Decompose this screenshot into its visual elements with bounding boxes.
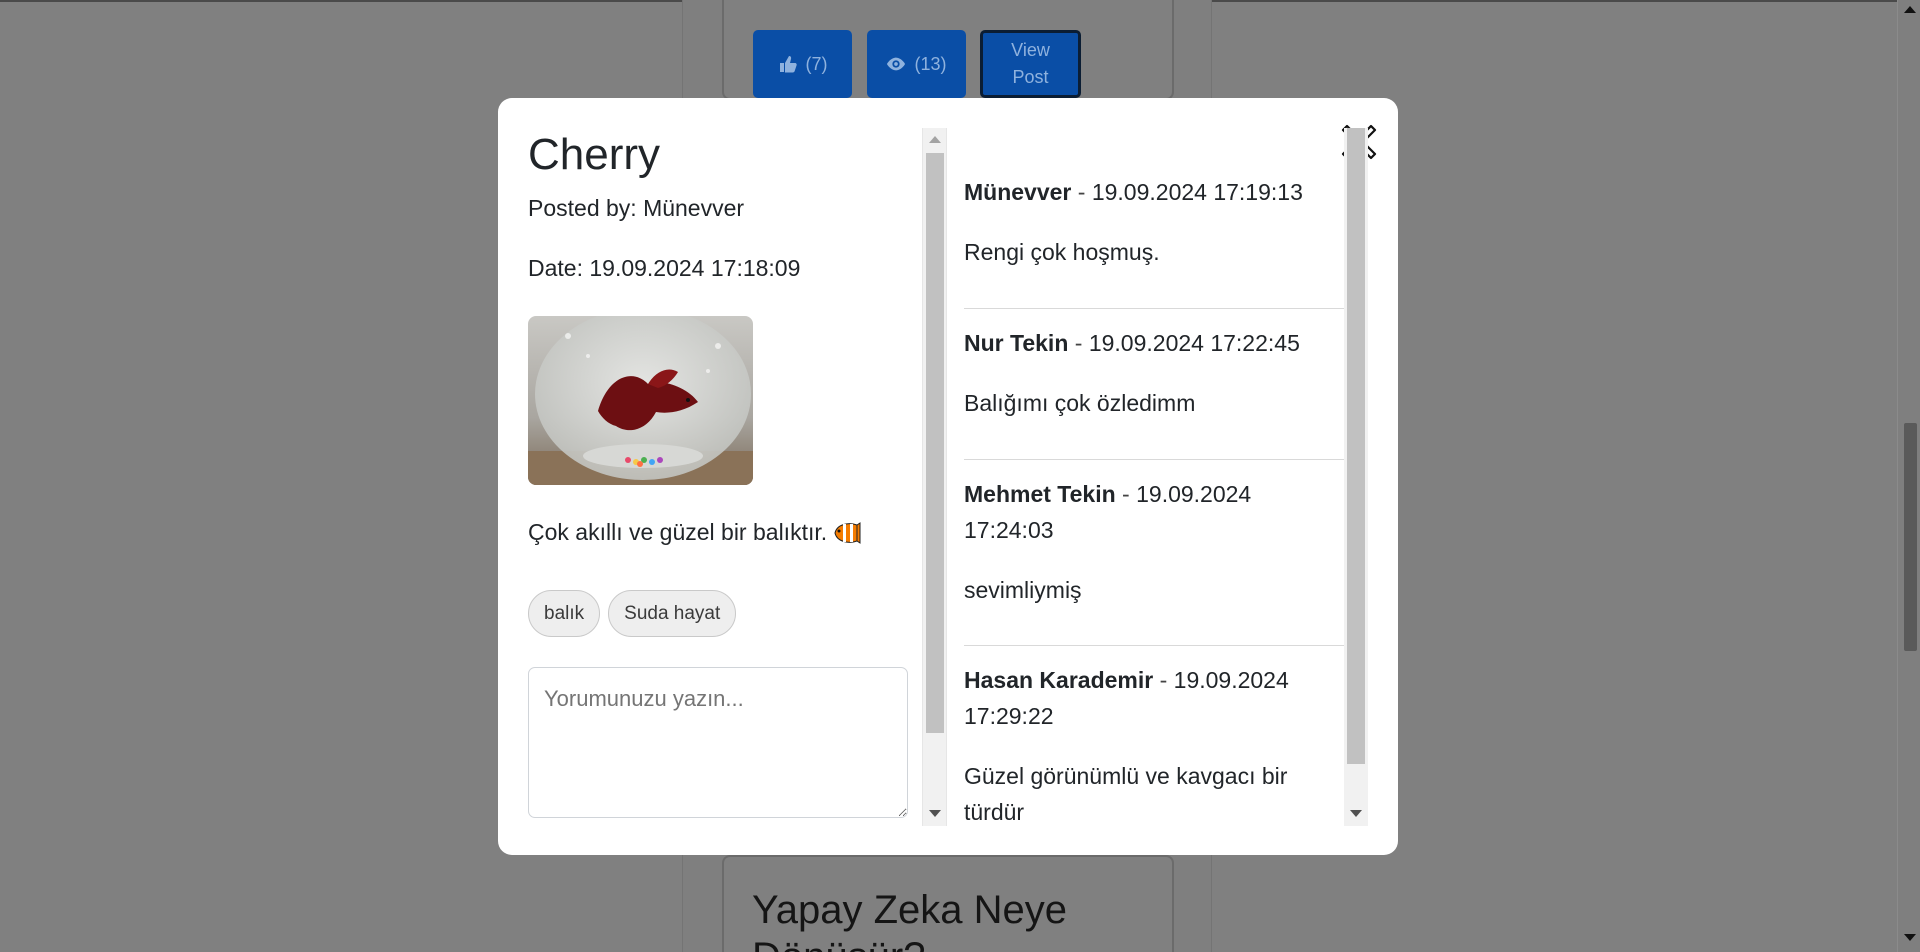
posted-by: Posted by: Münevver — [528, 195, 745, 221]
post-date: Date: 19.09.2024 17:18:09 — [528, 255, 801, 281]
comment-list: Münevver - 19.09.2024 17:19:13 Rengi çok… — [964, 128, 1344, 826]
tropical-fish-icon — [831, 520, 861, 546]
comment-timestamp: 19.09.2024 17:19:13 — [1091, 179, 1303, 205]
tag-list: balık Suda hayat — [528, 590, 737, 637]
comments-scrollbar[interactable] — [1344, 128, 1368, 826]
comment-separator: - — [1068, 330, 1089, 356]
comment-author: Nur Tekin — [964, 330, 1069, 356]
post-description: Çok akıllı ve güzel bir balıktır. — [528, 519, 861, 546]
comment-divider — [964, 459, 1344, 460]
comment-separator: - — [1153, 667, 1174, 693]
scroll-down-arrow-icon[interactable] — [1904, 934, 1916, 941]
scroll-up-arrow-icon[interactable] — [929, 136, 941, 143]
view-count: (13) — [914, 53, 947, 74]
next-post-title: Yapay Zeka Neye — [752, 888, 1067, 932]
comment-item: Münevver - 19.09.2024 17:19:13 Rengi çok… — [964, 174, 1344, 270]
view-post-label: View Post — [1011, 40, 1050, 87]
post-description-text: Çok akıllı ve güzel bir balıktır. — [528, 519, 828, 545]
page-scrollbar[interactable] — [1897, 0, 1920, 952]
tag-chip[interactable]: Suda hayat — [608, 590, 737, 637]
comment-divider — [964, 645, 1344, 646]
left-panel-scrollbar[interactable] — [922, 128, 947, 826]
post-image — [528, 316, 753, 485]
tag-chip[interactable]: balık — [528, 590, 601, 637]
comment-text: Rengi çok hoşmuş. — [964, 239, 1160, 265]
comment-input[interactable] — [528, 667, 908, 818]
like-count: (7) — [805, 53, 828, 74]
comment-text: sevimliymiş — [964, 577, 1082, 603]
comment-text: Güzel görünümlü ve kavgacı bir türdür — [964, 763, 1288, 825]
post-header: Cherry — [528, 128, 908, 182]
scroll-up-arrow-icon[interactable] — [1904, 6, 1916, 13]
view-post-button[interactable]: View Post — [980, 30, 1081, 98]
comment-timestamp: 19.09.2024 17:22:45 — [1088, 330, 1300, 356]
like-button[interactable]: (7) — [753, 30, 852, 98]
comments-scrollbar-thumb[interactable] — [1347, 128, 1365, 764]
comment-separator: - — [1115, 481, 1137, 507]
next-post-title-line2: Dönüşür? — [752, 933, 925, 952]
left-panel-scrollbar-thumb[interactable] — [926, 153, 944, 733]
comment-item: Mehmet Tekin - 19.09.2024 17:24:03 sevim… — [964, 476, 1264, 608]
comment-author: Münevver — [964, 179, 1072, 205]
comment-divider — [964, 308, 1344, 309]
comment-item: Nur Tekin - 19.09.2024 17:22:45 Balığımı… — [964, 325, 1344, 421]
comment-author: Hasan Karademir — [964, 667, 1154, 693]
comment-author: Mehmet Tekin — [964, 481, 1116, 507]
scroll-down-arrow-icon[interactable] — [1350, 810, 1362, 817]
thumbs-up-icon — [778, 54, 798, 74]
page-scrollbar-thumb[interactable] — [1904, 423, 1917, 651]
comment-text: Balığımı çok özledimm — [964, 390, 1196, 416]
comment-separator: - — [1071, 179, 1092, 205]
post-title: Cherry — [528, 130, 661, 179]
comment-item: Hasan Karademir - 19.09.2024 17:29:22 Gü… — [964, 662, 1304, 826]
scroll-down-arrow-icon[interactable] — [929, 810, 941, 817]
eye-icon — [886, 54, 906, 74]
views-button[interactable]: (13) — [867, 30, 966, 98]
